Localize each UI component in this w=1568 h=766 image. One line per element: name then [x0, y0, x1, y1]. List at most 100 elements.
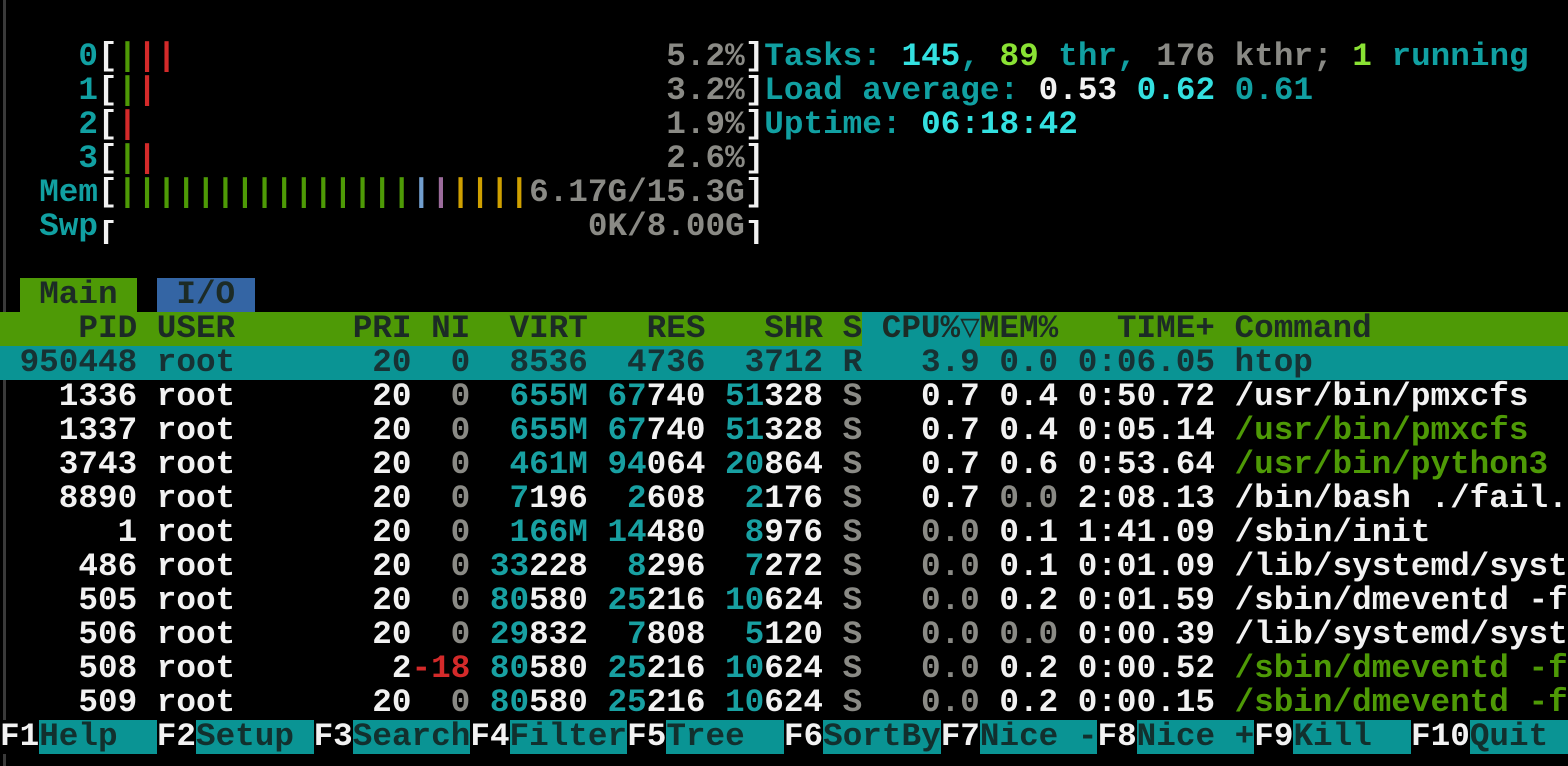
nice-cell: 0 — [412, 686, 471, 720]
cpu-percent-cell: 0.0 — [862, 584, 980, 618]
meter-bar-r: | — [118, 108, 138, 142]
fn-label-search[interactable]: Search — [353, 720, 471, 754]
fn-label-filter[interactable]: Filter — [510, 720, 628, 754]
shr-cell: 8976 — [705, 516, 823, 550]
fn-key-f4[interactable]: F4 — [470, 720, 509, 754]
pid-cell: 509 — [0, 686, 137, 720]
meter-close-bracket: ] — [745, 40, 765, 74]
process-row-505[interactable]: 505 root200805802521610624S0.00.20:01.59… — [0, 584, 1568, 618]
time-cell: 0:00.52 — [1058, 652, 1215, 686]
uptime: Uptime: 06:18:42 — [764, 108, 1078, 142]
process-row-508[interactable]: 508 root2-18805802521610624S0.00.20:00.5… — [0, 652, 1568, 686]
fn-label-tree[interactable]: Tree — [666, 720, 784, 754]
user-cell: root — [157, 584, 333, 618]
shr-cell: 2176 — [705, 482, 823, 516]
state-cell: S — [823, 448, 862, 482]
fn-key-f8[interactable]: F8 — [1097, 720, 1136, 754]
fn-key-f6[interactable]: F6 — [784, 720, 823, 754]
res-low-part: 808 — [647, 618, 706, 652]
user-cell: root — [157, 414, 333, 448]
tasks-summary-segment: Tasks: — [764, 40, 901, 74]
mem-percent-cell: 0.0 — [980, 482, 1058, 516]
virt-cell: 80580 — [470, 652, 588, 686]
column-header-virt[interactable]: VIRT — [470, 312, 588, 346]
process-row-1[interactable]: 1 root200166M144808976S0.00.11:41.09 /sb… — [0, 516, 1568, 550]
shr-high-part: 8 — [745, 516, 765, 550]
column-header-mem[interactable]: MEM% — [980, 312, 1058, 346]
mem-percent-cell: 0.2 — [980, 686, 1058, 720]
fn-key-f9[interactable]: F9 — [1254, 720, 1293, 754]
mem-percent-cell: 0.0 — [980, 618, 1058, 652]
tab-io[interactable]: I/O — [157, 278, 255, 312]
meter-bar-g: | — [314, 176, 334, 210]
gap — [137, 618, 157, 652]
time-cell: 0:50.72 — [1058, 380, 1215, 414]
res-cell: 67740 — [588, 380, 706, 414]
meter-open-bracket: [ — [98, 142, 118, 176]
fn-label-nice-plus[interactable]: Nice + — [1137, 720, 1255, 754]
fn-label-help[interactable]: Help — [39, 720, 157, 754]
fn-label-nice-minus[interactable]: Nice - — [980, 720, 1098, 754]
fn-key-f3[interactable]: F3 — [314, 720, 353, 754]
pid-cell: 1336 — [0, 380, 137, 414]
load-average-segment: 0.61 — [1235, 74, 1313, 108]
priority-cell: 2 — [333, 652, 411, 686]
fn-key-f1[interactable]: F1 — [0, 720, 39, 754]
process-row-8890[interactable]: 8890 root200719626082176S0.70.02:08.13 /… — [0, 482, 1568, 516]
fn-label-kill[interactable]: Kill — [1293, 720, 1411, 754]
column-header-command[interactable]: Command — [1235, 312, 1372, 346]
mem-percent-cell: 0.2 — [980, 652, 1058, 686]
mem-meter-line: Mem[|||||||||||||||||||||6.17G/15.3G] — [0, 176, 1568, 210]
shr-cell: 10624 — [705, 584, 823, 618]
column-header-cpu-sorted[interactable]: CPU%▽ — [862, 312, 980, 346]
fn-label-quit[interactable]: Quit — [1470, 720, 1568, 754]
process-row-486[interactable]: 486 root2003322882967272S0.00.10:01.09 /… — [0, 550, 1568, 584]
pid-cell: 1 — [0, 516, 137, 550]
fn-label-setup[interactable]: Setup — [196, 720, 314, 754]
fn-label-sortby[interactable]: SortBy — [823, 720, 941, 754]
column-header-ni[interactable]: NI — [412, 312, 471, 346]
meter-bar-b: | — [412, 176, 432, 210]
tasks-summary-segment: 145 — [901, 40, 960, 74]
res-high-part: 25 — [607, 652, 646, 686]
command-cell: /usr/bin/pmxcfs — [1235, 380, 1529, 414]
res-low-part: 064 — [647, 448, 706, 482]
tasks-summary-segment: running — [1372, 40, 1529, 74]
process-row-3743[interactable]: 3743 root200461M9406420864S0.70.60:53.64… — [0, 448, 1568, 482]
nice-cell: 0 — [412, 618, 471, 652]
gap — [137, 686, 157, 720]
res-low-part: 296 — [647, 550, 706, 584]
user-cell: root — [157, 618, 333, 652]
gap — [1215, 346, 1235, 380]
cpu-percent-cell: 0.0 — [862, 516, 980, 550]
nice-cell: -18 — [412, 652, 471, 686]
shr-high-part: 2 — [745, 482, 765, 516]
process-row-506[interactable]: 506 root2002983278085120S0.00.00:00.39 /… — [0, 618, 1568, 652]
process-row-1337[interactable]: 1337 root200655M6774051328S0.70.40:05.14… — [0, 414, 1568, 448]
res-low-part: 740 — [647, 414, 706, 448]
fn-key-f5[interactable]: F5 — [627, 720, 666, 754]
meter-bar-r: | — [137, 40, 157, 74]
column-header-pri[interactable]: PRI — [333, 312, 411, 346]
nice-cell: 0 — [412, 482, 471, 516]
process-row-950448[interactable]: 950448 root200853647363712R3.90.00:06.05… — [0, 346, 1568, 380]
process-row-1336[interactable]: 1336 root200655M6774051328S0.70.40:50.72… — [0, 380, 1568, 414]
process-row-509[interactable]: 509 root200805802521610624S0.00.20:00.15… — [0, 686, 1568, 720]
column-header-res[interactable]: RES — [588, 312, 706, 346]
fn-key-f7[interactable]: F7 — [941, 720, 980, 754]
virt-cell: 655M — [470, 380, 588, 414]
fn-key-f10[interactable]: F10 — [1411, 720, 1470, 754]
column-header-state[interactable]: S — [823, 312, 862, 346]
column-header-shr[interactable]: SHR — [705, 312, 823, 346]
column-header-pid[interactable]: PID — [0, 312, 137, 346]
state-cell: S — [823, 550, 862, 584]
table-header: PID USERPRINIVIRTRESSHRSCPU%▽MEM%TIME+ C… — [0, 312, 1568, 346]
pid-cell: 8890 — [0, 482, 137, 516]
res-low-part: 480 — [647, 516, 706, 550]
column-header-user[interactable]: USER — [157, 312, 333, 346]
tab-main[interactable]: Main — [20, 278, 138, 312]
column-header-time[interactable]: TIME+ — [1058, 312, 1215, 346]
res-high-part: 67 — [607, 414, 646, 448]
terminal-content: 0[|||5.2%]Tasks: 145, 89 thr, 176 kthr; … — [0, 40, 1568, 754]
fn-key-f2[interactable]: F2 — [157, 720, 196, 754]
